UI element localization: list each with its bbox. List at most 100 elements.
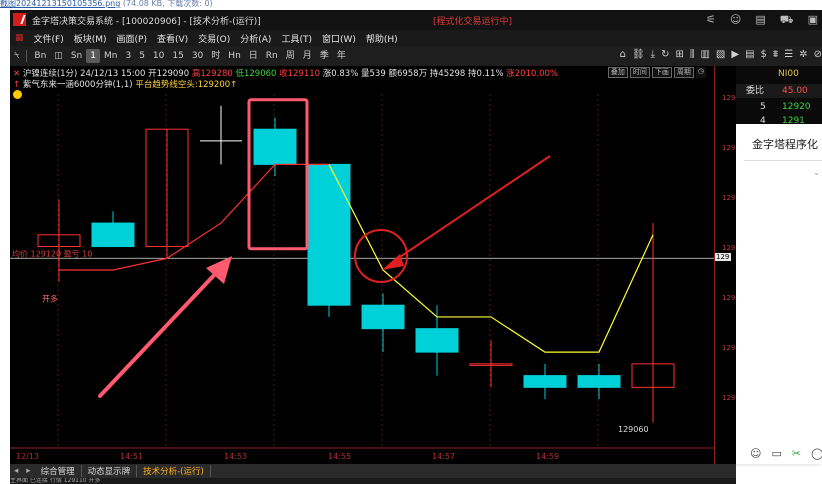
period-sn[interactable]: Sn: [67, 49, 86, 63]
strategy-line: ↑ 紫气东来一涵6000分钟(1,1) 平台趋势线空头:129200↑: [13, 80, 238, 90]
ruler-icon[interactable]: ◫: [50, 49, 67, 63]
menu-item[interactable]: 交易(O): [193, 32, 235, 45]
period-bn[interactable]: Bn: [30, 49, 50, 63]
dollar-icon[interactable]: $: [761, 49, 767, 60]
chart-button-draw[interactable]: 下画: [651, 67, 672, 78]
attachment-filename[interactable]: 截图20241213150105356.png: [0, 0, 120, 8]
quote-row-value: 12920: [782, 102, 811, 112]
menu-item[interactable]: 帮助(H): [361, 32, 403, 45]
menu-item[interactable]: 查看(V): [152, 32, 193, 45]
annotation-arrowhead: [382, 254, 404, 270]
emoji-icon[interactable]: ☺: [750, 447, 761, 460]
chart-type-icon[interactable]: ⍀: [10, 49, 23, 63]
chart-button-time[interactable]: 时间: [629, 67, 650, 78]
tab-scroll-right-icon[interactable]: ▸: [22, 466, 34, 476]
menu-item[interactable]: 工具(T): [276, 32, 317, 45]
bottom-tabs: ◂ ▸ 综合管理 动态显示牌 技术分析-(运行): [10, 464, 736, 478]
period-hour[interactable]: 时: [207, 49, 224, 63]
tab-dynamic[interactable]: 动态显示牌: [82, 465, 138, 477]
user-icon[interactable]: ☺: [730, 13, 741, 28]
volume-label: 量539: [361, 69, 386, 79]
indicator-icon[interactable]: ⫼: [690, 49, 695, 60]
menu-icon[interactable]: ▣: [808, 13, 818, 28]
status-bar: 主界面 已连接 行情 129110 开多: [10, 478, 736, 484]
attachment-strip: 截图20241213150105356.png (74.08 KB, 下载次数:…: [0, 0, 822, 10]
period-hn[interactable]: Hn: [224, 49, 244, 63]
settle-label: 涨2010.00%: [506, 69, 558, 79]
quote-row: 5 12920: [736, 100, 822, 114]
cart-icon[interactable]: ⛟: [780, 13, 794, 28]
tab-scroll-left-icon[interactable]: ◂: [10, 466, 22, 476]
chart-button-period[interactable]: 周期: [673, 67, 694, 78]
kline-chart[interactable]: 12/13 14:51 14:53 14:55 14:57 14:59 均价 129120 …: [10, 66, 714, 464]
period-rn[interactable]: Rn: [262, 49, 282, 63]
link-icon[interactable]: ⛓: [632, 49, 645, 60]
period-week[interactable]: 周: [282, 49, 299, 63]
document-icon[interactable]: ▤: [755, 13, 765, 28]
list-icon[interactable]: ☰: [784, 49, 793, 60]
download-icon[interactable]: ⤓: [651, 49, 655, 60]
price-tick-label: 1292: [722, 144, 736, 152]
menu-item[interactable]: 文件(F): [29, 32, 69, 45]
candle-body: [253, 128, 297, 165]
period-3[interactable]: 3: [121, 49, 135, 63]
quote-row-value: 45.00: [782, 86, 808, 96]
period-month[interactable]: 月: [299, 49, 316, 63]
image-icon[interactable]: ▧: [716, 49, 725, 60]
candle-body: [523, 375, 567, 388]
app-menu-icon[interactable]: ▦: [10, 33, 29, 43]
menu-item[interactable]: 板块(M): [69, 32, 112, 45]
chart-canvas[interactable]: 12/13 14:51 14:53 14:55 14:57 14:59 均价 129120 …: [10, 66, 714, 464]
play-icon[interactable]: ▶: [731, 49, 739, 60]
period-15[interactable]: 15: [168, 49, 187, 63]
tab-overview[interactable]: 综合管理: [35, 465, 82, 477]
time-tick-label: 14:57: [432, 452, 455, 461]
tab-technical[interactable]: 技术分析-(运行): [137, 465, 211, 477]
axis-divider: [714, 66, 715, 464]
menu-item[interactable]: 窗口(W): [317, 32, 361, 45]
zoom-icon[interactable]: ⊘: [814, 49, 822, 60]
filter-icon[interactable]: ⩩: [773, 49, 778, 60]
quote-row-label: 委比: [746, 86, 765, 96]
period-5[interactable]: 5: [135, 49, 149, 63]
compare-icon[interactable]: ▥: [700, 49, 709, 60]
price-tick-label: 1291: [722, 344, 736, 352]
rss-icon[interactable]: ⚟: [706, 13, 716, 28]
signal-label: 开多: [42, 294, 58, 304]
window-titlebar: 金字塔决策交易系统 - [100020906] - [技术分析-(运行)] [程…: [10, 10, 822, 30]
time-tick-label: 12/13: [16, 452, 39, 461]
quote-row-label: 5: [760, 102, 766, 112]
window-title: 金字塔决策交易系统 - [100020906] - [技术分析-(运行)]: [32, 17, 261, 27]
period-day[interactable]: 日: [245, 49, 262, 63]
period-season[interactable]: 季: [316, 49, 333, 63]
clock-icon[interactable]: ◷: [695, 67, 706, 78]
low-price-label: 129060: [618, 425, 649, 434]
candle-body: [91, 222, 135, 248]
grid-icon[interactable]: ⊞: [675, 49, 683, 60]
period-mn[interactable]: Mn: [100, 49, 121, 63]
price-tick-label: 1292: [722, 194, 736, 202]
popup-title: 金字塔程序化: [752, 138, 818, 151]
scissors-icon[interactable]: ✂: [792, 447, 801, 460]
refresh-icon[interactable]: ↻: [661, 49, 669, 60]
annotation-arrow: [98, 269, 220, 398]
chat-icon[interactable]: ◯: [811, 447, 822, 460]
change-label: 涨0.83%: [322, 69, 359, 79]
popup-expand-icon[interactable]: ⌄: [813, 168, 820, 177]
menu-item[interactable]: 画面(P): [112, 32, 152, 45]
period-30[interactable]: 30: [188, 49, 207, 63]
close-label: 收129110: [279, 69, 321, 79]
folder-icon[interactable]: ▭: [771, 447, 781, 460]
period-year[interactable]: 年: [333, 49, 350, 63]
period-10[interactable]: 10: [149, 49, 168, 63]
settings-icon[interactable]: ✲: [799, 49, 807, 60]
strategy-popup[interactable]: 金字塔程序化 ⌄ ☺ ▭ ✂ ◯: [736, 124, 822, 464]
sheet-icon[interactable]: ▤: [745, 49, 754, 60]
smiley-icon: [13, 90, 22, 99]
candle-body: [577, 375, 621, 388]
period-1[interactable]: 1: [86, 49, 100, 63]
chart-button-overlay[interactable]: 叠加: [607, 67, 628, 78]
attachment-info: (74.08 KB, 下载次数: 0): [122, 0, 213, 8]
menu-item[interactable]: 分析(A): [235, 32, 276, 45]
home-icon[interactable]: ⌂: [620, 49, 626, 60]
